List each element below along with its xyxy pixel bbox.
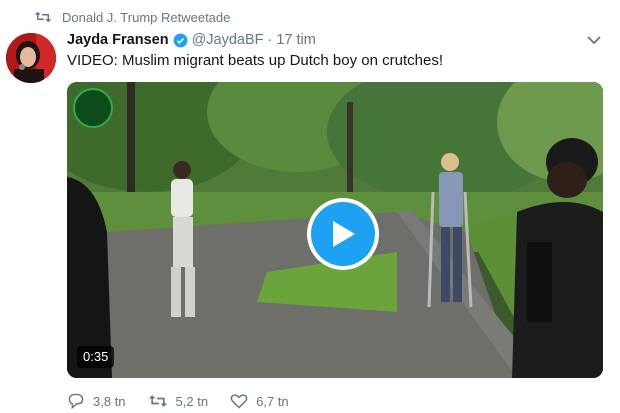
- avatar[interactable]: [6, 33, 56, 83]
- tweet-card[interactable]: Donald J. Trump Retweetade Jayda Fransen…: [0, 0, 620, 413]
- video-player[interactable]: 0:35: [67, 82, 603, 378]
- play-button[interactable]: [307, 198, 379, 270]
- tweet-header: Jayda Fransen @JaydaBF · 17 tim: [67, 30, 316, 50]
- reply-button[interactable]: 3,8 tn: [67, 393, 126, 409]
- author-handle[interactable]: @JaydaBF: [192, 32, 264, 48]
- tweet-text: VIDEO: Muslim migrant beats up Dutch boy…: [67, 52, 443, 69]
- retweet-icon: [34, 11, 52, 23]
- tweet-timestamp[interactable]: 17 tim: [276, 32, 316, 48]
- heart-icon: [230, 394, 248, 409]
- like-button[interactable]: 6,7 tn: [230, 393, 289, 409]
- reply-icon: [68, 393, 84, 409]
- author-name[interactable]: Jayda Fransen: [67, 32, 169, 48]
- play-icon: [333, 221, 355, 247]
- video-duration: 0:35: [77, 346, 115, 368]
- chevron-down-icon[interactable]: [587, 34, 601, 46]
- retweet-context: Donald J. Trump Retweetade: [34, 8, 230, 26]
- verified-badge-icon: [173, 33, 187, 47]
- tweet-actions: 3,8 tn 5,2 tn 6,7 tn: [67, 393, 311, 409]
- like-count: 6,7 tn: [256, 393, 289, 409]
- retweet-context-text: Donald J. Trump Retweetade: [62, 9, 231, 25]
- channel-watermark-icon: [73, 88, 113, 128]
- retweet-button[interactable]: 5,2 tn: [148, 393, 209, 409]
- retweet-action-icon: [148, 395, 167, 407]
- avatar-image: [6, 33, 56, 83]
- retweet-count: 5,2 tn: [175, 393, 209, 409]
- separator-dot: ·: [267, 32, 273, 48]
- reply-count: 3,8 tn: [93, 393, 126, 409]
